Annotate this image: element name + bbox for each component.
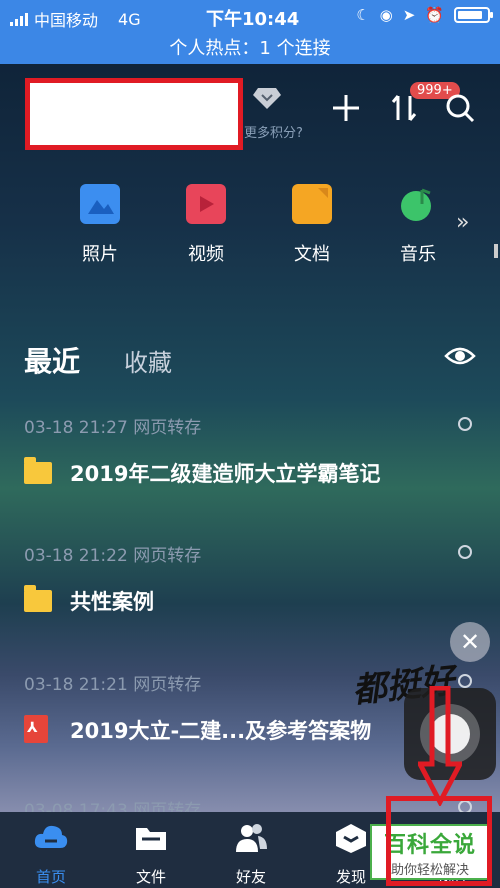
folder-icon <box>136 828 166 850</box>
video-icon <box>186 184 226 224</box>
folder-icon <box>24 585 52 612</box>
nav-friends[interactable]: 好友 <box>221 822 281 887</box>
status-bar: 中国移动 4G 下午10:44 ☾ ◉ ➤ ⏰ 个人热点：1 个连接 <box>0 0 500 64</box>
scroll-edge <box>494 244 498 258</box>
category-label: 音乐 <box>400 244 436 265</box>
category-label: 照片 <box>82 244 118 265</box>
document-icon <box>292 184 332 224</box>
category-videos[interactable]: 视频 <box>176 184 236 266</box>
cloud-home-icon <box>34 825 68 848</box>
category-photos[interactable]: 照片 <box>70 184 130 266</box>
file-name[interactable]: 共性案例 <box>70 586 154 616</box>
nav-label: 文件 <box>135 868 166 886</box>
nav-label: 好友 <box>235 868 266 886</box>
red-down-arrow-icon <box>418 686 462 806</box>
moon-icon: ☾ <box>356 6 370 24</box>
category-label: 视频 <box>188 244 224 265</box>
hotspot-banner[interactable]: 个人热点：1 个连接 <box>0 34 500 60</box>
tab-favorites[interactable]: 收藏 <box>124 343 172 378</box>
folder-icon <box>24 457 52 484</box>
alarm-icon: ⏰ <box>425 6 444 24</box>
music-icon <box>398 184 438 224</box>
clock: 下午10:44 <box>206 9 300 30</box>
add-icon[interactable] <box>330 92 362 124</box>
search-icon[interactable] <box>444 92 476 124</box>
network-type: 4G <box>118 9 141 29</box>
friends-icon <box>236 824 267 852</box>
nav-label: 首页 <box>35 868 66 886</box>
file-meta: 03-18 21:22 网页转存 <box>24 546 202 566</box>
points-hint[interactable]: 更多积分? <box>244 122 303 141</box>
category-music[interactable]: 音乐 <box>388 184 448 266</box>
status-icons: ☾ ◉ ➤ ⏰ <box>356 6 493 24</box>
carrier-name: 中国移动 <box>34 11 99 30</box>
select-radio[interactable] <box>458 545 472 559</box>
nav-home[interactable]: 首页 <box>21 822 81 887</box>
location-icon: ➤ <box>402 6 416 24</box>
pdf-icon: ⅄ <box>24 715 48 743</box>
battery-icon <box>454 7 493 23</box>
redacted-username <box>25 78 243 150</box>
nav-files[interactable]: 文件 <box>121 822 181 887</box>
file-meta: 03-18 21:21 网页转存 <box>24 675 202 695</box>
tab-recent[interactable]: 最近 <box>24 340 80 380</box>
discover-icon <box>336 824 366 853</box>
file-name[interactable]: 2019年二级建造师大立学霸笔记 <box>70 458 380 488</box>
file-name[interactable]: 2019大立-二建...及参考答案物 <box>70 715 371 745</box>
highlight-box <box>386 796 492 886</box>
photo-icon <box>80 184 120 224</box>
eye-icon[interactable] <box>444 344 476 368</box>
select-radio[interactable] <box>458 417 472 431</box>
close-icon[interactable]: ✕ <box>450 622 490 662</box>
file-meta: 03-18 21:27 网页转存 <box>24 418 202 438</box>
signal-icon <box>10 12 28 26</box>
lock-rotation-icon: ◉ <box>379 6 393 24</box>
category-label: 文档 <box>294 244 330 265</box>
category-documents[interactable]: 文档 <box>282 184 342 266</box>
vip-diamond-icon[interactable] <box>252 86 282 110</box>
carrier-info: 中国移动 4G <box>10 7 141 31</box>
more-categories-icon[interactable]: » <box>456 210 469 235</box>
